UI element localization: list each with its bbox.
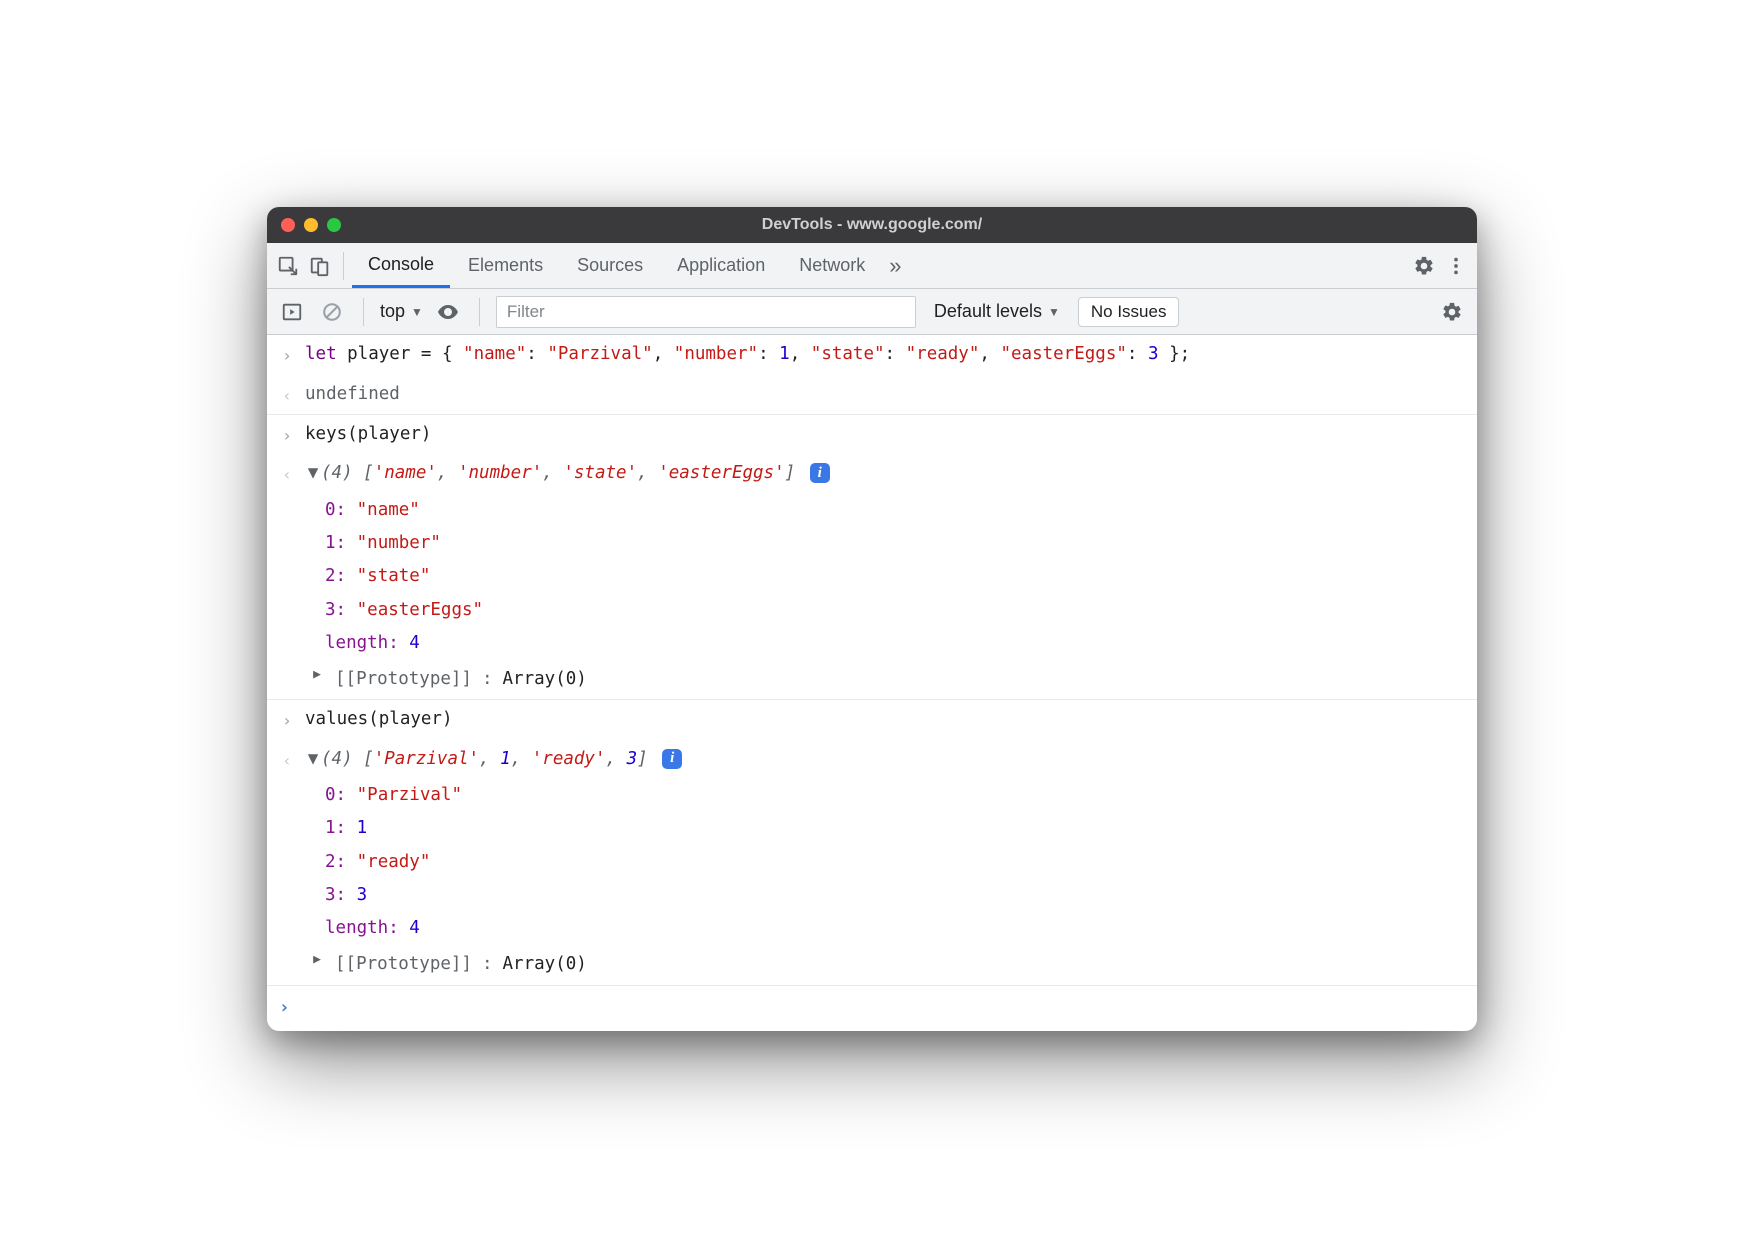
- console-result-row[interactable]: ‹ ▼(4) ['name', 'number', 'state', 'east…: [267, 454, 1477, 493]
- divider: [479, 298, 480, 326]
- window-title: DevTools - www.google.com/: [267, 216, 1477, 234]
- tab-console[interactable]: Console: [352, 244, 450, 288]
- console-result-row: ‹ undefined: [267, 375, 1477, 415]
- device-toolbar-icon[interactable]: [305, 251, 335, 281]
- array-expansion: 0: "name" 1: "number" 2: "state" 3: "eas…: [267, 494, 1477, 660]
- titlebar: DevTools - www.google.com/: [267, 207, 1477, 243]
- code-line: values(player): [305, 703, 1465, 736]
- divider: [363, 298, 364, 326]
- inspect-element-icon[interactable]: [273, 251, 303, 281]
- fullscreen-window-button[interactable]: [327, 218, 341, 232]
- code-line: keys(player): [305, 418, 1465, 451]
- settings-gear-icon[interactable]: [1409, 251, 1439, 281]
- console-input-row[interactable]: › keys(player): [267, 415, 1477, 454]
- disclosure-triangle-icon[interactable]: ▶: [309, 948, 325, 973]
- disclosure-triangle-icon[interactable]: ▶: [309, 663, 325, 688]
- issues-button[interactable]: No Issues: [1078, 297, 1180, 327]
- code-line: let player = { "name": "Parzival", "numb…: [305, 338, 1465, 371]
- chevron-down-icon: ▼: [1048, 305, 1060, 319]
- console-toolbar: top ▼ Filter Default levels ▼ No Issues: [267, 289, 1477, 335]
- filter-placeholder: Filter: [507, 302, 545, 322]
- prompt-caret-icon: ›: [279, 992, 290, 1025]
- traffic-lights: [281, 218, 341, 232]
- info-badge-icon[interactable]: i: [662, 749, 682, 769]
- console-output: › let player = { "name": "Parzival", "nu…: [267, 335, 1477, 1031]
- info-badge-icon[interactable]: i: [810, 463, 830, 483]
- tab-application[interactable]: Application: [661, 244, 781, 288]
- output-caret-icon: ‹: [279, 378, 295, 411]
- array-summary: ▼(4) ['Parzival', 1, 'ready', 3] i: [305, 743, 1465, 776]
- tab-elements[interactable]: Elements: [452, 244, 559, 288]
- chevron-down-icon: ▼: [411, 305, 423, 319]
- prototype-row[interactable]: ▶[[Prototype]]: Array(0): [267, 660, 1477, 700]
- output-caret-icon: ‹: [279, 457, 295, 490]
- disclosure-triangle-icon[interactable]: ▼: [305, 743, 321, 776]
- context-label: top: [380, 301, 405, 322]
- input-caret-icon: ›: [279, 338, 295, 371]
- array-expansion: 0: "Parzival" 1: 1 2: "ready" 3: 3 lengt…: [267, 779, 1477, 945]
- context-selector[interactable]: top ▼: [380, 301, 423, 322]
- result-value: undefined: [305, 378, 1465, 411]
- filter-input[interactable]: Filter: [496, 296, 916, 328]
- close-window-button[interactable]: [281, 218, 295, 232]
- console-settings-gear-icon[interactable]: [1437, 297, 1467, 327]
- clear-console-icon[interactable]: [317, 297, 347, 327]
- console-input-row[interactable]: › let player = { "name": "Parzival", "nu…: [267, 335, 1477, 374]
- input-caret-icon: ›: [279, 703, 295, 736]
- console-prompt[interactable]: ›: [267, 986, 1477, 1031]
- console-result-row[interactable]: ‹ ▼(4) ['Parzival', 1, 'ready', 3] i: [267, 740, 1477, 779]
- console-sidebar-toggle-icon[interactable]: [277, 297, 307, 327]
- input-caret-icon: ›: [279, 418, 295, 451]
- array-summary: ▼(4) ['name', 'number', 'state', 'easter…: [305, 457, 1465, 490]
- output-caret-icon: ‹: [279, 743, 295, 776]
- live-expression-eye-icon[interactable]: [433, 297, 463, 327]
- devtools-window: DevTools - www.google.com/ Console Eleme…: [267, 207, 1477, 1031]
- tab-network[interactable]: Network: [783, 244, 881, 288]
- kebab-menu-icon[interactable]: [1441, 251, 1471, 281]
- minimize-window-button[interactable]: [304, 218, 318, 232]
- tabbar: Console Elements Sources Application Net…: [267, 243, 1477, 289]
- disclosure-triangle-icon[interactable]: ▼: [305, 457, 321, 490]
- log-levels-selector[interactable]: Default levels ▼: [934, 301, 1060, 322]
- console-input-row[interactable]: › values(player): [267, 700, 1477, 739]
- more-tabs-button[interactable]: »: [883, 253, 907, 279]
- levels-label: Default levels: [934, 301, 1042, 322]
- tab-sources[interactable]: Sources: [561, 244, 659, 288]
- prototype-row[interactable]: ▶[[Prototype]]: Array(0): [267, 945, 1477, 985]
- divider: [343, 252, 344, 280]
